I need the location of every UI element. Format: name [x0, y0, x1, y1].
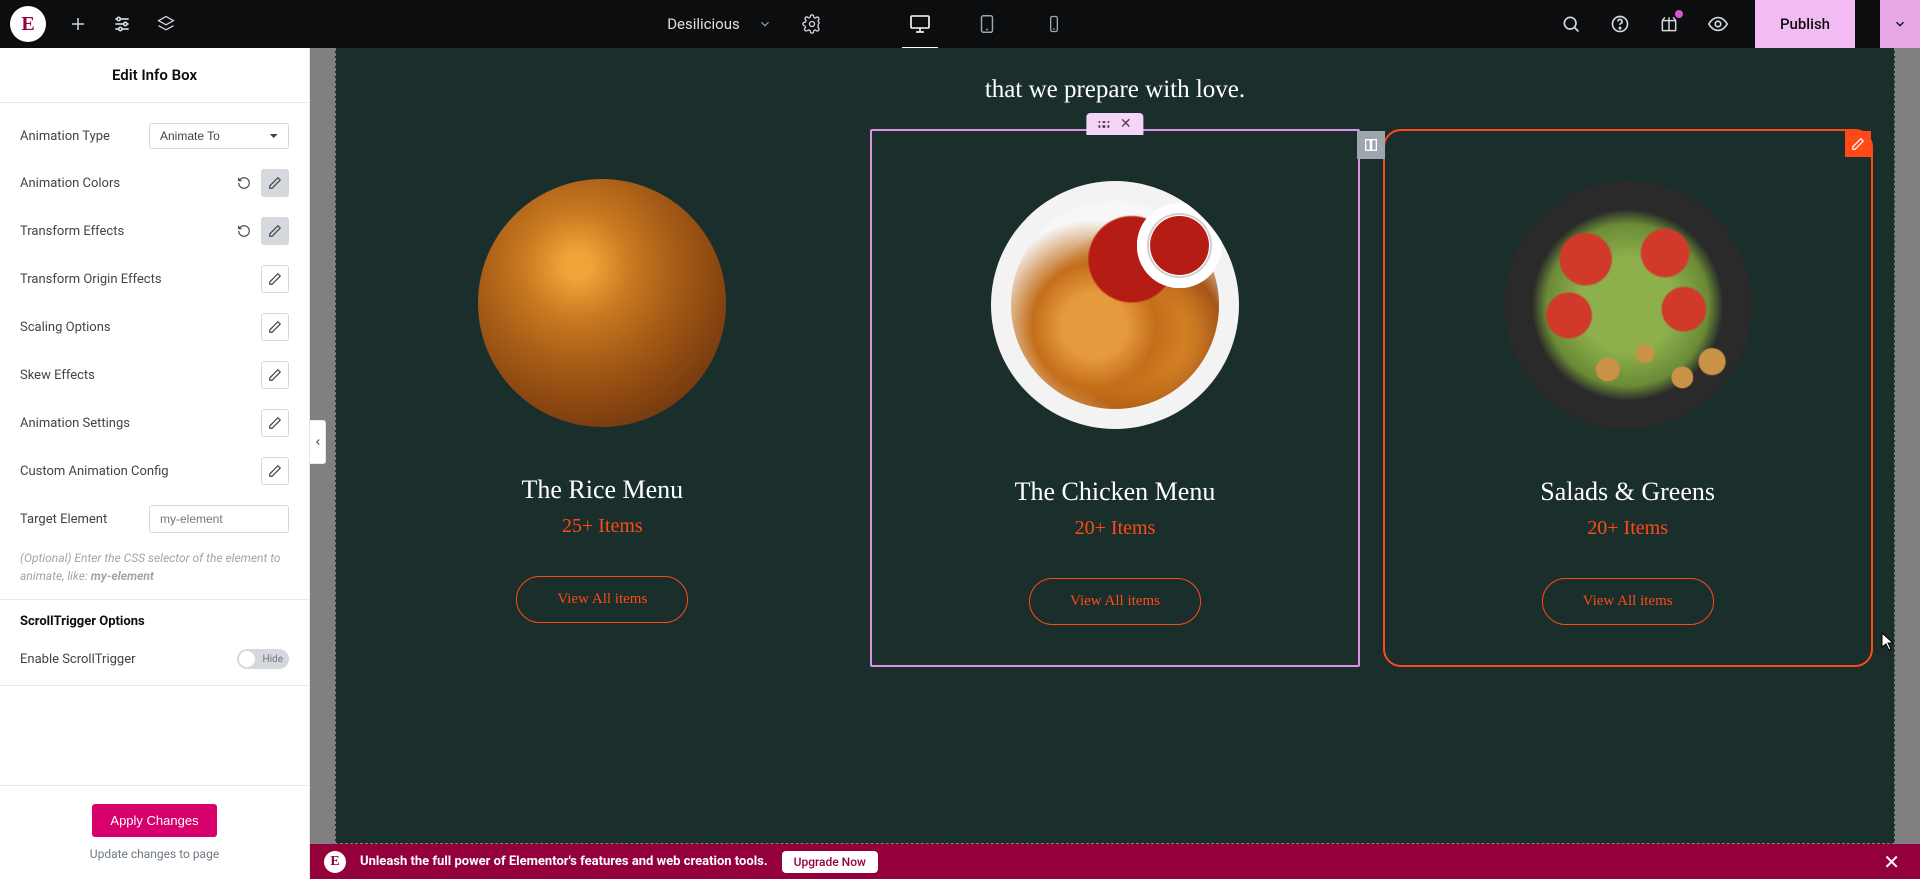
- control-enable-scrolltrigger: Enable ScrollTrigger Hide: [0, 639, 309, 686]
- menu-card-salads[interactable]: Salads & Greens 20+ Items View All items: [1383, 129, 1873, 667]
- control-label: Animation Type: [20, 129, 149, 144]
- card-count: 20+ Items: [1587, 517, 1668, 540]
- card-title: The Chicken Menu: [1015, 477, 1216, 507]
- notification-dot: [1675, 10, 1683, 18]
- control-transform-origin: Transform Origin Effects: [0, 255, 309, 303]
- page-name[interactable]: Desilicious: [667, 15, 740, 33]
- card-count: 20+ Items: [1075, 517, 1156, 540]
- collapse-panel-button[interactable]: [310, 420, 326, 464]
- control-transform-effects: Transform Effects: [0, 207, 309, 255]
- card-count: 25+ Items: [562, 515, 643, 538]
- control-target-element: Target Element: [0, 495, 309, 543]
- add-element-icon[interactable]: [66, 12, 90, 36]
- delete-element-icon[interactable]: ✕: [1120, 117, 1132, 131]
- close-banner-icon[interactable]: ✕: [1877, 850, 1906, 874]
- responsive-desktop-button[interactable]: [904, 8, 936, 40]
- preview-icon[interactable]: [1706, 12, 1730, 36]
- upgrade-now-button[interactable]: Upgrade Now: [782, 851, 878, 873]
- control-label: Animation Colors: [20, 176, 233, 191]
- card-title: Salads & Greens: [1540, 477, 1715, 507]
- food-image-salad: [1504, 181, 1752, 429]
- pencil-icon[interactable]: [261, 265, 289, 293]
- menu-card-rice[interactable]: The Rice Menu 25+ Items View All items: [357, 129, 847, 667]
- edit-element-icon[interactable]: [1845, 131, 1871, 157]
- column-handle-icon[interactable]: [1357, 131, 1385, 159]
- pencil-icon[interactable]: [261, 217, 289, 245]
- reset-icon[interactable]: [233, 220, 255, 242]
- upgrade-banner: E Unleash the full power of Elementor's …: [310, 844, 1920, 879]
- pencil-icon[interactable]: [261, 361, 289, 389]
- control-label: Transform Effects: [20, 224, 233, 239]
- scrolltrigger-section-title: ScrollTrigger Options: [0, 599, 309, 639]
- elementor-logo[interactable]: E: [10, 6, 46, 42]
- control-label: Enable ScrollTrigger: [20, 652, 136, 667]
- apply-changes-button[interactable]: Apply Changes: [92, 804, 216, 837]
- control-label: Skew Effects: [20, 368, 261, 383]
- view-all-button[interactable]: View All items: [1029, 578, 1201, 625]
- control-label: Scaling Options: [20, 320, 261, 335]
- food-image-chicken: [991, 181, 1239, 429]
- reset-icon[interactable]: [233, 172, 255, 194]
- control-label: Custom Animation Config: [20, 464, 261, 479]
- control-label: Animation Settings: [20, 416, 261, 431]
- control-animation-type: Animation Type Animate To: [0, 113, 309, 159]
- card-title: The Rice Menu: [521, 475, 683, 505]
- publish-button[interactable]: Publish: [1755, 0, 1855, 48]
- pencil-icon[interactable]: [261, 313, 289, 341]
- panel-title: Edit Info Box: [0, 48, 309, 103]
- publish-options-button[interactable]: [1880, 0, 1920, 48]
- panel-footer: Apply Changes Update changes to page: [0, 785, 309, 879]
- structure-icon[interactable]: [154, 12, 178, 36]
- mouse-cursor: [1881, 632, 1895, 652]
- control-label: Target Element: [20, 512, 149, 527]
- element-handle[interactable]: ✕: [1086, 113, 1143, 135]
- menu-card-chicken[interactable]: ✕ The Chicken Menu 20+ Items View All it…: [870, 129, 1360, 667]
- pencil-icon[interactable]: [261, 409, 289, 437]
- editor-panel: Edit Info Box Animation Type Animate To …: [0, 48, 310, 879]
- site-settings-icon[interactable]: [110, 12, 134, 36]
- responsive-mobile-button[interactable]: [1038, 8, 1070, 40]
- control-scaling: Scaling Options: [0, 303, 309, 351]
- control-skew: Skew Effects: [0, 351, 309, 399]
- editor-canvas[interactable]: that we prepare with love. The Rice Menu…: [310, 48, 1920, 879]
- chevron-down-icon[interactable]: [758, 17, 772, 31]
- view-all-button[interactable]: View All items: [1542, 578, 1714, 625]
- banner-message: Unleash the full power of Elementor's fe…: [360, 854, 768, 869]
- pencil-icon[interactable]: [261, 169, 289, 197]
- pencil-icon[interactable]: [261, 457, 289, 485]
- whats-new-icon[interactable]: [1657, 12, 1681, 36]
- control-label: Transform Origin Effects: [20, 272, 261, 287]
- target-element-input[interactable]: [149, 505, 289, 533]
- view-all-button[interactable]: View All items: [516, 576, 688, 623]
- footer-note: Update changes to page: [90, 847, 219, 861]
- drag-handle-icon[interactable]: [1098, 121, 1110, 128]
- control-custom-animation: Custom Animation Config: [0, 447, 309, 495]
- finder-search-icon[interactable]: [1559, 12, 1583, 36]
- target-element-help: (Optional) Enter the CSS selector of the…: [0, 543, 309, 599]
- help-icon[interactable]: [1608, 12, 1632, 36]
- page-settings-icon[interactable]: [800, 12, 824, 36]
- responsive-tablet-button[interactable]: [971, 8, 1003, 40]
- scrolltrigger-toggle[interactable]: Hide: [237, 649, 289, 669]
- elementor-badge-icon: E: [324, 851, 346, 873]
- control-animation-settings: Animation Settings: [0, 399, 309, 447]
- food-image-rice: [478, 179, 726, 427]
- top-bar: E Desilicious: [0, 0, 1920, 48]
- animation-type-select[interactable]: Animate To: [149, 123, 289, 149]
- control-animation-colors: Animation Colors: [0, 159, 309, 207]
